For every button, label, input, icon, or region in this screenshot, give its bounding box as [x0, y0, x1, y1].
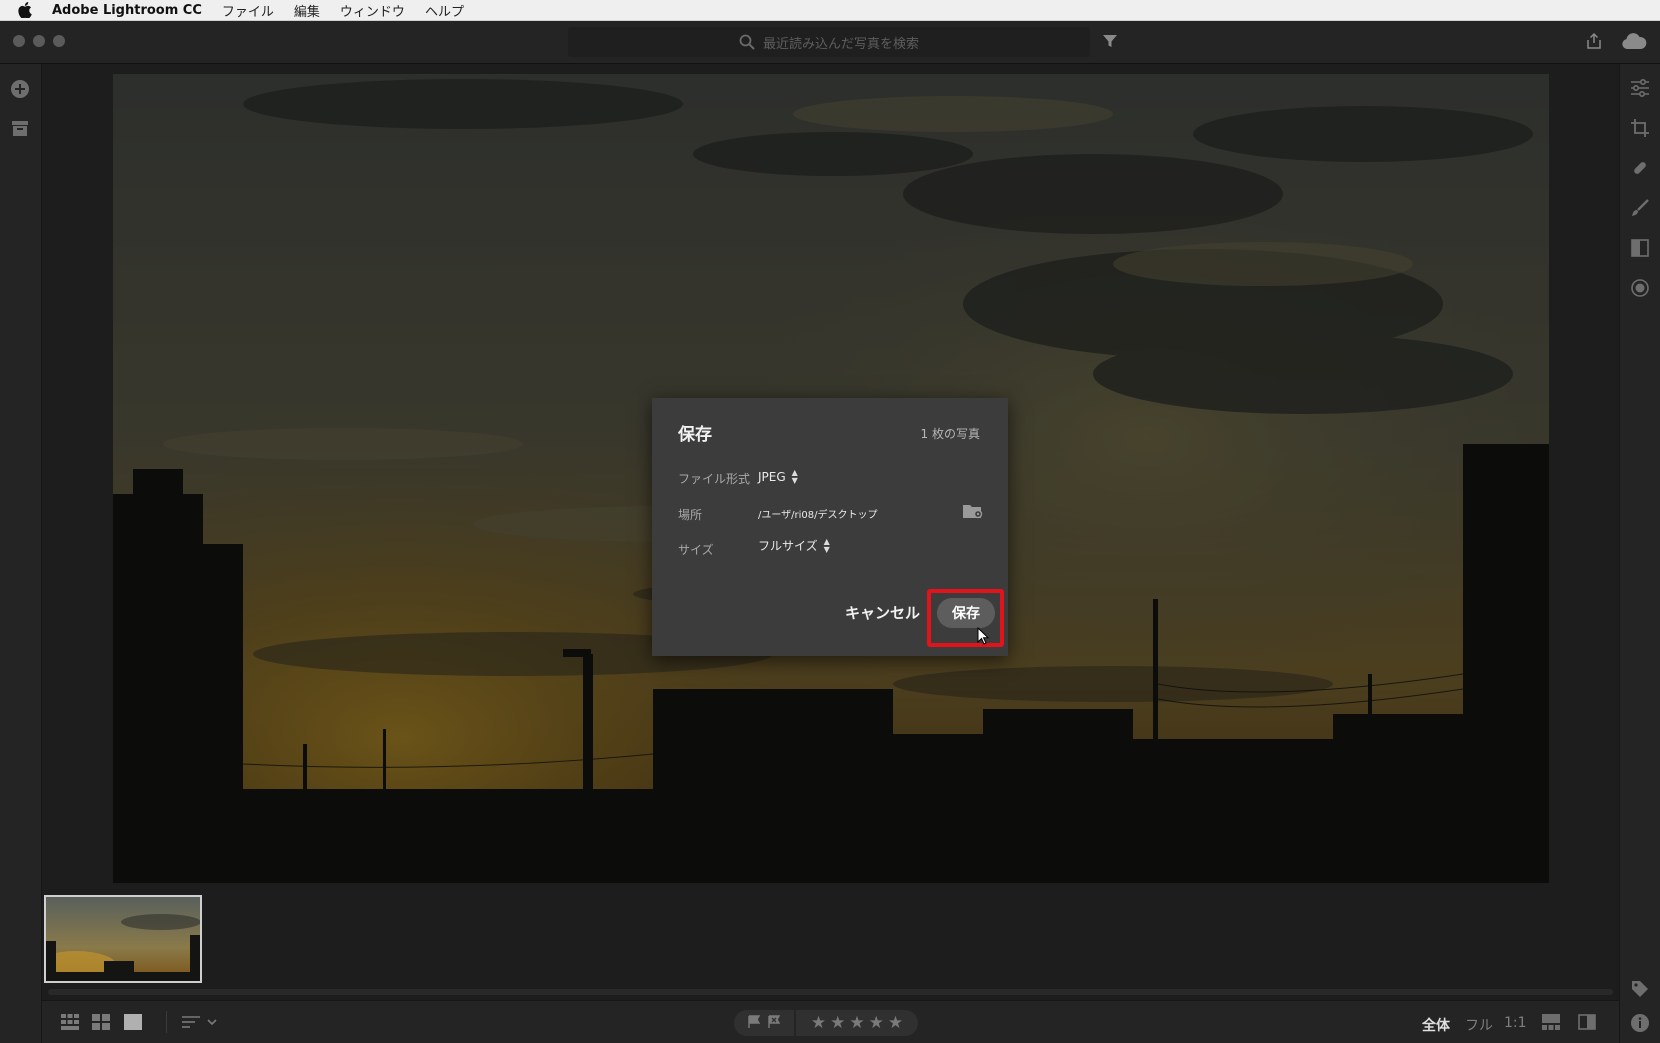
star-2-icon[interactable]: ★: [830, 1013, 845, 1033]
right-sidebar: [1619, 64, 1660, 1043]
star-5-icon[interactable]: ★: [888, 1013, 903, 1033]
menu-help[interactable]: ヘルプ: [425, 1, 464, 20]
pick-flag-icon[interactable]: [747, 1014, 761, 1033]
size-label: サイズ: [678, 543, 714, 557]
location-label: 場所: [678, 508, 703, 522]
menu-edit[interactable]: 編集: [294, 1, 320, 20]
filmstrip-toggle-icon[interactable]: [1542, 1014, 1560, 1034]
app-name-menu[interactable]: Adobe Lightroom CC: [52, 3, 202, 18]
size-select[interactable]: フルサイズ ▲ ▼: [758, 537, 830, 554]
location-path: /ユーザ/ri08/デスクトップ: [758, 510, 878, 521]
crop-icon[interactable]: [1629, 117, 1651, 139]
search-icon: [739, 34, 755, 50]
search-input[interactable]: 最近読み込んだ写真を検索: [568, 27, 1090, 57]
file-format-select[interactable]: JPEG ▲ ▼: [758, 469, 798, 485]
menu-window[interactable]: ウィンドウ: [340, 1, 405, 20]
select-arrows-icon: ▲ ▼: [823, 536, 830, 554]
add-photos-icon[interactable]: [9, 78, 31, 100]
menu-file[interactable]: ファイル: [222, 1, 274, 20]
apple-logo-icon[interactable]: [18, 0, 36, 21]
compare-view-icon[interactable]: [1578, 1014, 1596, 1034]
cloud-sync-icon[interactable]: [1621, 32, 1647, 52]
photo-count: 1 枚の写真: [920, 427, 980, 441]
filmstrip-scrollbar[interactable]: [48, 989, 1613, 995]
star-4-icon[interactable]: ★: [869, 1013, 884, 1033]
info-icon[interactable]: [1629, 1012, 1651, 1034]
mouse-cursor-icon: [977, 626, 990, 645]
window-toolbar: 最近読み込んだ写真を検索: [0, 21, 1660, 64]
star-rating: ★ ★ ★ ★ ★: [796, 1010, 918, 1036]
search-placeholder: 最近読み込んだ写真を検索: [762, 36, 919, 52]
photo-grid-icon[interactable]: [92, 1014, 110, 1034]
file-format-value: JPEG: [758, 470, 786, 484]
save-button-highlight: [927, 589, 1004, 647]
window-minimize-button[interactable]: [33, 35, 45, 47]
toolbar-divider: [166, 1011, 167, 1033]
menu-bar: Adobe Lightroom CC ファイル 編集 ウィンドウ ヘルプ: [0, 0, 1660, 21]
zoom-fill-button[interactable]: フル: [1465, 1015, 1493, 1035]
window-zoom-button[interactable]: [53, 35, 65, 47]
file-format-label: ファイル形式: [678, 472, 751, 486]
linear-gradient-icon[interactable]: [1629, 237, 1651, 259]
library-icon[interactable]: [9, 117, 31, 139]
detail-view-icon[interactable]: [124, 1014, 142, 1034]
star-1-icon[interactable]: ★: [811, 1013, 826, 1033]
healing-brush-icon[interactable]: [1629, 157, 1651, 179]
share-icon[interactable]: [1585, 32, 1605, 52]
filmstrip: [42, 883, 1619, 995]
zoom-fit-button[interactable]: 全体: [1422, 1015, 1450, 1035]
filter-icon[interactable]: [1102, 33, 1120, 51]
photo-thumbnail[interactable]: [44, 895, 202, 983]
reject-flag-icon[interactable]: [767, 1014, 781, 1033]
edit-sliders-icon[interactable]: [1629, 77, 1651, 99]
bottom-toolbar: ★ ★ ★ ★ ★ 全体 フル 1:1: [42, 1000, 1619, 1043]
sort-icon[interactable]: [182, 1014, 218, 1034]
choose-folder-icon[interactable]: [962, 502, 984, 520]
window-close-button[interactable]: [13, 35, 25, 47]
brush-icon[interactable]: [1629, 197, 1651, 219]
cancel-button[interactable]: キャンセル: [845, 602, 920, 623]
size-value: フルサイズ: [758, 539, 818, 553]
keyword-tag-icon[interactable]: [1629, 978, 1651, 1000]
select-arrows-icon: ▲ ▼: [791, 468, 798, 485]
flag-controls: [734, 1010, 794, 1036]
dialog-title: 保存: [678, 425, 712, 445]
zoom-1to1-button[interactable]: 1:1: [1504, 1015, 1527, 1031]
square-grid-icon[interactable]: [61, 1014, 79, 1034]
star-3-icon[interactable]: ★: [849, 1013, 864, 1033]
left-sidebar: [0, 64, 42, 1043]
radial-gradient-icon[interactable]: [1629, 277, 1651, 299]
